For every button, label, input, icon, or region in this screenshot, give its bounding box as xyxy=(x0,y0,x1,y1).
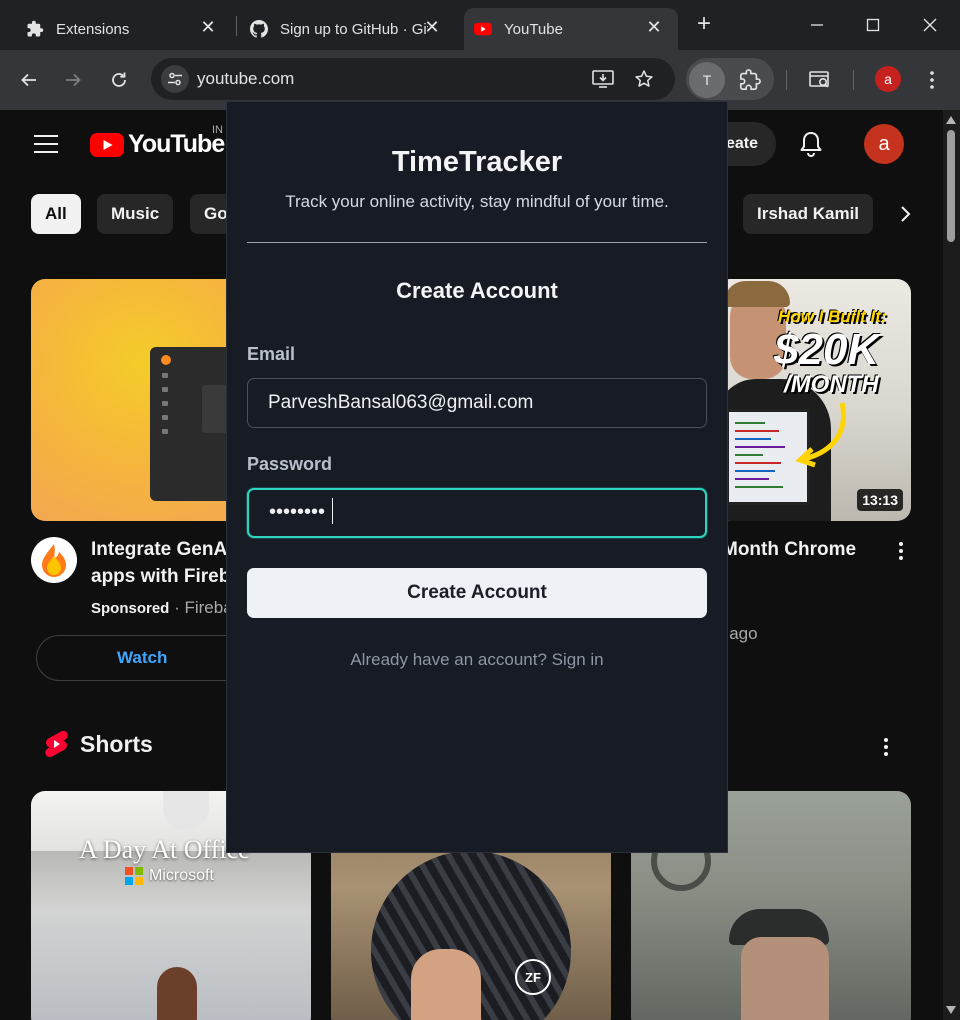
channel-name[interactable]: Firebase xyxy=(184,598,231,617)
youtube-icon xyxy=(474,20,492,38)
thumbnail-overlay-text: /MONTH xyxy=(784,371,879,398)
maximize-icon[interactable] xyxy=(860,12,886,38)
email-label: Email xyxy=(247,344,296,364)
password-field[interactable] xyxy=(247,488,707,538)
video-title-line: Integrate GenAI xyxy=(91,539,231,560)
sign-in-link[interactable]: Already have an account? Sign in xyxy=(227,650,727,670)
video-title-line: apps with Firebase xyxy=(91,566,231,587)
form-heading: Create Account xyxy=(396,278,558,303)
firebase-logo-icon[interactable] xyxy=(31,537,77,583)
person-illustration xyxy=(724,281,790,307)
shorts-icon xyxy=(45,730,68,758)
short-overlay-title: A Day At Office xyxy=(79,835,250,864)
menu-icon[interactable] xyxy=(34,135,58,153)
tab-separator xyxy=(236,16,237,36)
email-field[interactable] xyxy=(247,378,707,428)
youtube-logo[interactable]: YouTube xyxy=(90,130,225,159)
chip-all[interactable]: All xyxy=(31,194,81,234)
scroll-down-icon[interactable] xyxy=(946,1006,956,1014)
toolbar-separator xyxy=(853,70,854,90)
tab-github[interactable]: Sign up to GitHub · GitHub ✕ xyxy=(238,8,456,50)
github-icon xyxy=(250,20,268,38)
soldier-illustration xyxy=(741,937,829,1020)
toolbar-separator xyxy=(786,70,787,90)
scroll-up-icon[interactable] xyxy=(946,116,956,124)
short-overlay-brand: Microsoft xyxy=(149,867,214,884)
video-title[interactable]: Integrate GenAI apps with Firebase xyxy=(91,536,231,590)
text-caret xyxy=(332,498,333,524)
address-bar[interactable]: youtube.com xyxy=(151,58,675,100)
popup-title: TimeTracker xyxy=(391,146,563,178)
password-label: Password xyxy=(247,454,333,474)
scrollbar-thumb[interactable] xyxy=(947,130,955,242)
install-app-icon[interactable] xyxy=(591,68,615,90)
extensions-menu-icon[interactable] xyxy=(738,68,762,92)
close-window-icon[interactable] xyxy=(917,12,943,38)
page-scrollbar[interactable] xyxy=(943,110,960,1020)
chip-music[interactable]: Music xyxy=(97,194,174,234)
extensions-pill: T xyxy=(686,58,774,100)
zf-logo: ZF xyxy=(515,959,551,995)
close-tab-icon[interactable]: ✕ xyxy=(198,17,218,37)
thumbnail-overlay-text: How I Built It: xyxy=(778,307,887,326)
timetracker-popup: TimeTracker Track your online activity, … xyxy=(226,101,728,853)
chevron-right-icon[interactable] xyxy=(886,194,926,234)
site-settings-icon[interactable] xyxy=(161,65,189,93)
video-meta: Sponsored · Firebase xyxy=(91,598,231,618)
tab-extensions[interactable]: Extensions ✕ xyxy=(0,8,232,50)
arrow-illustration xyxy=(795,402,846,468)
region-code: IN xyxy=(212,124,223,136)
account-avatar[interactable]: a xyxy=(864,124,904,164)
timetracker-extension-icon[interactable]: T xyxy=(689,62,725,98)
shorts-header: Shorts xyxy=(44,730,153,758)
video-title[interactable]: Month Chrome xyxy=(722,536,856,563)
youtube-logo-text: YouTube xyxy=(128,130,225,158)
close-tab-icon[interactable]: ✕ xyxy=(422,17,442,37)
microsoft-logo: Microsoft xyxy=(125,867,214,885)
video-duration: 13:13 xyxy=(857,489,903,511)
sponsored-label: Sponsored xyxy=(91,600,170,617)
youtube-logo-icon xyxy=(90,132,124,157)
url-text: youtube.com xyxy=(197,69,295,88)
meta-separator: · xyxy=(174,598,180,617)
create-account-button[interactable]: Create Account xyxy=(247,568,707,618)
video-options-icon[interactable] xyxy=(891,540,911,562)
shorts-options-icon[interactable] xyxy=(876,734,896,760)
tab-title: Sign up to GitHub · GitHub xyxy=(280,20,428,38)
thumbnail-overlay-text: $20K xyxy=(774,325,880,374)
bookmark-star-icon[interactable] xyxy=(632,68,656,90)
hand-illustration xyxy=(411,949,481,1020)
person-illustration xyxy=(157,967,197,1020)
new-tab-icon[interactable]: + xyxy=(692,12,716,37)
tab-youtube[interactable]: YouTube ✕ xyxy=(464,8,678,50)
tab-search-icon[interactable] xyxy=(806,65,836,95)
tab-title: YouTube xyxy=(504,20,563,38)
minimize-icon[interactable] xyxy=(804,12,830,38)
chip-irshad-kamil[interactable]: Irshad Kamil xyxy=(743,194,874,234)
tab-strip: Extensions ✕ Sign up to GitHub · GitHub … xyxy=(0,0,960,50)
popup-subtitle: Track your online activity, stay mindful… xyxy=(285,192,669,211)
notifications-bell-icon[interactable] xyxy=(798,130,824,158)
profile-avatar[interactable]: a xyxy=(875,66,901,92)
forward-arrow-icon[interactable] xyxy=(58,65,88,95)
video-thumbnail[interactable]: How I Built It: $20K /MONTH 13:13 xyxy=(716,279,911,521)
puzzle-icon xyxy=(26,20,44,38)
reload-icon[interactable] xyxy=(104,65,134,95)
browser-menu-icon[interactable] xyxy=(922,68,942,92)
microsoft-icon xyxy=(125,867,143,885)
lamp-illustration xyxy=(163,791,209,831)
back-arrow-icon[interactable] xyxy=(14,65,44,95)
divider xyxy=(247,242,707,243)
tab-title: Extensions xyxy=(56,20,130,38)
close-tab-icon[interactable]: ✕ xyxy=(644,17,664,37)
shorts-title: Shorts xyxy=(80,730,153,757)
